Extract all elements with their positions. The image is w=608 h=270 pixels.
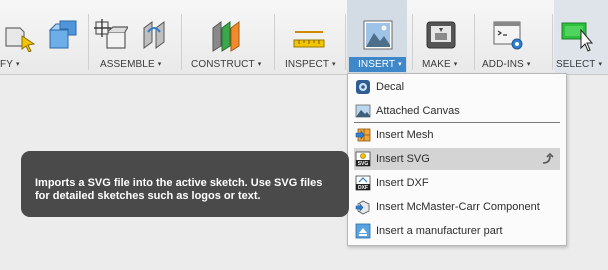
menu-item-insert-mesh[interactable]: Insert Mesh (349, 124, 565, 146)
add-ins-group[interactable]: ADD-INS ▾ (476, 0, 548, 74)
select-group[interactable]: SELECT ▾ (554, 0, 608, 74)
modify-label[interactable]: FY ▾ (0, 58, 20, 72)
assemble-group[interactable]: ASSEMBLE ▾ (90, 0, 176, 74)
insert-svg-icon: SVG (355, 151, 371, 167)
insert-image-icon[interactable] (361, 18, 395, 52)
toolbar-separator (274, 14, 275, 70)
menu-separator (354, 122, 560, 123)
inspect-label[interactable]: INSPECT ▾ (285, 58, 336, 72)
menu-item-decal[interactable]: Decal (349, 76, 565, 98)
combine-icon[interactable] (46, 18, 80, 52)
press-pull-icon[interactable] (2, 18, 36, 53)
toolbar-separator (345, 14, 346, 70)
add-ins-label[interactable]: ADD-INS ▾ (482, 58, 530, 72)
joint-icon[interactable] (138, 18, 172, 52)
tooltip: Imports a SVG file into the active sketc… (21, 151, 349, 217)
mcmaster-carr-icon (355, 199, 371, 215)
insert-mesh-icon (355, 127, 371, 143)
menu-item-insert-dxf[interactable]: DXF Insert DXF (349, 172, 565, 194)
make-label[interactable]: MAKE ▾ (422, 58, 457, 72)
new-component-icon[interactable] (93, 18, 130, 52)
modify-group[interactable]: FY ▾ (0, 0, 84, 74)
attached-canvas-icon (355, 103, 371, 119)
offset-plane-icon[interactable] (209, 18, 243, 52)
inspect-group[interactable]: INSPECT ▾ (276, 0, 344, 74)
construct-label[interactable]: CONSTRUCT ▾ (191, 58, 261, 72)
toolbar: FY ▾ ASSEMBLE ▾ CONSTRUCT ▾ INSPECT ▾ MA… (0, 0, 608, 75)
insert-label-active[interactable]: INSERT ▾ (349, 57, 406, 72)
submenu-hook-icon (540, 152, 554, 166)
construct-group[interactable]: CONSTRUCT ▾ (183, 0, 271, 74)
insert-label[interactable]: INSERT ▾ (358, 58, 402, 72)
decal-icon (355, 79, 371, 95)
toolbar-separator (412, 14, 413, 70)
toolbar-separator (552, 14, 553, 70)
insert-dropdown-menu: Decal Attached Canvas Insert Mesh SVG In… (347, 73, 567, 246)
menu-item-manufacturer-part[interactable]: Insert a manufacturer part (349, 220, 565, 242)
menu-item-mcmaster-carr[interactable]: Insert McMaster-Carr Component (349, 196, 565, 218)
menu-item-insert-svg[interactable]: SVG Insert SVG (354, 148, 560, 170)
toolbar-separator (474, 14, 475, 70)
assemble-label[interactable]: ASSEMBLE ▾ (100, 58, 161, 72)
select-icon[interactable] (560, 18, 594, 52)
3d-print-icon[interactable] (424, 18, 458, 52)
tooltip-text: Imports a SVG file into the active sketc… (35, 177, 323, 202)
scripts-add-ins-icon[interactable] (492, 18, 526, 52)
measure-icon[interactable] (292, 18, 326, 52)
select-label[interactable]: SELECT ▾ (556, 58, 602, 72)
toolbar-separator (88, 14, 89, 70)
insert-dxf-icon: DXF (355, 175, 371, 191)
menu-item-attached-canvas[interactable]: Attached Canvas (349, 100, 565, 122)
make-group[interactable]: MAKE ▾ (414, 0, 470, 74)
manufacturer-part-icon (355, 223, 371, 239)
svg-text:SVG: SVG (358, 161, 369, 167)
toolbar-separator (181, 14, 182, 70)
svg-text:DXF: DXF (358, 185, 368, 191)
